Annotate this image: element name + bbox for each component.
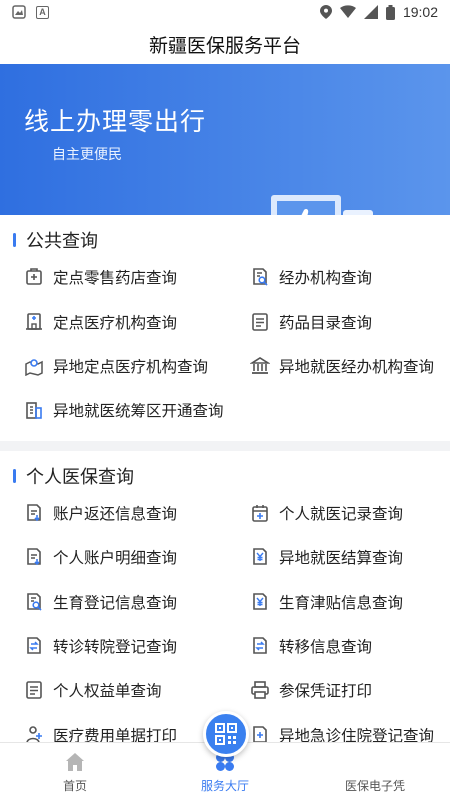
list-icon bbox=[252, 312, 268, 331]
query-item-label: 个人就医记录查询 bbox=[279, 505, 404, 523]
computer-illustration-icon bbox=[271, 195, 373, 215]
query-item[interactable]: 异地就医结算查询 bbox=[250, 535, 450, 579]
bank-icon bbox=[250, 357, 270, 374]
hospital-icon bbox=[26, 312, 42, 330]
query-item[interactable]: 异地就医经办机构查询 bbox=[250, 344, 450, 388]
query-item[interactable]: 药品目录查询 bbox=[250, 299, 450, 343]
tab-home[interactable]: 首页 bbox=[0, 743, 150, 800]
app-title-bar: 新疆医保服务平台 bbox=[0, 24, 450, 64]
query-item-label: 异地就医经办机构查询 bbox=[279, 358, 435, 376]
section-accent-bar bbox=[13, 233, 16, 247]
query-item[interactable]: 个人账户明细查询 bbox=[24, 535, 250, 579]
doc-search-icon bbox=[253, 268, 268, 286]
app-notification-icon: A bbox=[36, 5, 49, 19]
status-bar: A 19:02 bbox=[0, 0, 450, 24]
page-title: 新疆医保服务平台 bbox=[148, 35, 301, 57]
query-item-label: 定点零售药店查询 bbox=[53, 270, 178, 288]
yen-doc-icon bbox=[253, 592, 267, 610]
promo-banner[interactable]: 线上办理零出行 自主更便民 bbox=[0, 64, 450, 215]
wifi-icon bbox=[339, 5, 356, 18]
public-query-section: 公共查询 定点零售药店查询 经办机构查询定点医疗机构查询 药品目录查询异地定点医疗机… bbox=[0, 215, 450, 441]
query-item[interactable]: 转诊转院登记查询 bbox=[24, 624, 250, 668]
query-item-label: 生育津贴信息查询 bbox=[279, 594, 404, 612]
signal-icon bbox=[363, 5, 378, 19]
query-item-label: 异地定点医疗机构查询 bbox=[53, 358, 209, 376]
query-item-label: 药品目录查询 bbox=[279, 314, 373, 332]
query-item-label: 个人账户明细查询 bbox=[53, 550, 178, 568]
query-item[interactable]: 定点零售药店查询 bbox=[24, 255, 250, 299]
query-item[interactable]: 异地定点医疗机构查询 bbox=[24, 344, 250, 388]
doc-search-icon bbox=[27, 592, 42, 611]
pharmacy-icon bbox=[26, 268, 42, 285]
query-item[interactable]: 生育津贴信息查询 bbox=[250, 579, 450, 623]
query-item[interactable]: 参保凭证打印 bbox=[250, 668, 450, 712]
query-item[interactable]: 个人就医记录查询 bbox=[250, 491, 450, 535]
query-item-label: 定点医疗机构查询 bbox=[53, 314, 178, 332]
tab-label: 服务大厅 bbox=[200, 779, 249, 793]
query-item-label: 异地就医结算查询 bbox=[279, 550, 404, 568]
query-item[interactable]: 异地就医统筹区开通查询 bbox=[24, 388, 250, 432]
query-item-label: 转诊转院登记查询 bbox=[53, 638, 178, 656]
image-notification-icon bbox=[12, 5, 26, 19]
section-title: 公共查询 bbox=[0, 227, 450, 253]
tab-icon-spacer bbox=[364, 751, 386, 773]
query-item[interactable]: 转移信息查询 bbox=[250, 624, 450, 668]
qr-code-button[interactable] bbox=[203, 711, 249, 757]
query-item-label: 转移信息查询 bbox=[279, 638, 373, 656]
query-item[interactable]: 账户返还信息查询 bbox=[24, 491, 250, 535]
section-title: 个人医保查询 bbox=[0, 463, 450, 489]
battery-icon bbox=[385, 4, 395, 20]
query-item[interactable]: 生育登记信息查询 bbox=[24, 579, 250, 623]
query-item[interactable]: 定点医疗机构查询 bbox=[24, 299, 250, 343]
tab-label: 医保电子凭 bbox=[344, 779, 405, 793]
query-item-label: 账户返还信息查询 bbox=[53, 505, 178, 523]
location-icon bbox=[319, 5, 332, 19]
doc-down-icon bbox=[27, 503, 41, 521]
yen-doc-icon bbox=[253, 548, 267, 565]
home-icon bbox=[66, 753, 84, 771]
transfer-doc-icon bbox=[27, 637, 41, 654]
banner-title: 线上办理零出行 bbox=[24, 108, 207, 136]
doc-down-icon bbox=[27, 548, 41, 566]
query-item-label: 生育登记信息查询 bbox=[53, 594, 178, 612]
tab-medical-insurance-code[interactable]: 医保电子凭 bbox=[300, 743, 450, 800]
section-title-text: 公共查询 bbox=[26, 231, 98, 251]
calendar-plus-icon bbox=[252, 504, 268, 522]
section-title-text: 个人医保查询 bbox=[26, 466, 134, 487]
query-item-label: 个人权益单查询 bbox=[53, 683, 162, 701]
tab-label: 首页 bbox=[62, 779, 87, 793]
query-item[interactable]: 经办机构查询 bbox=[250, 255, 450, 299]
query-item-label: 异地就医统筹区开通查询 bbox=[53, 403, 224, 421]
qr-code-icon bbox=[215, 723, 237, 745]
building-icon bbox=[26, 402, 42, 420]
banner-subtitle: 自主更便民 bbox=[52, 146, 122, 162]
query-item-label: 参保凭证打印 bbox=[279, 683, 373, 701]
status-time: 19:02 bbox=[402, 4, 438, 20]
printer-icon bbox=[251, 681, 269, 700]
section-accent-bar bbox=[13, 468, 16, 483]
map-pin-icon bbox=[25, 359, 43, 376]
list-icon bbox=[26, 681, 42, 700]
query-item[interactable]: 个人权益单查询 bbox=[24, 668, 250, 712]
public-query-grid: 定点零售药店查询 经办机构查询 定点医疗机构查询 药品目录查询 异地定点医疗机构查询 异地… bbox=[0, 255, 450, 433]
transfer-doc-icon bbox=[253, 637, 267, 654]
query-item-label: 经办机构查询 bbox=[279, 270, 373, 288]
